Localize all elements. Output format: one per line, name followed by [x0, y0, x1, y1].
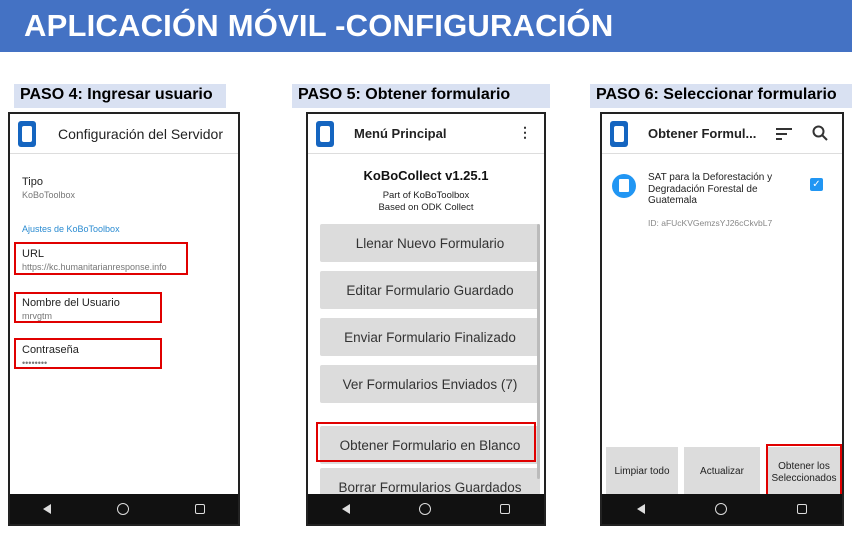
form-file-icon — [612, 174, 636, 198]
kobo-app-icon — [18, 121, 36, 147]
form-checkbox[interactable]: ✓ — [810, 178, 823, 191]
step-4-label: PASO 4: Ingresar usuario — [14, 84, 226, 108]
fill-new-form-button[interactable]: Llenar Nuevo Formulario — [320, 224, 540, 262]
home-icon[interactable] — [418, 503, 431, 515]
tipo-value[interactable]: KoBoToolbox — [22, 190, 75, 200]
app-bar: Obtener Formul... — [602, 114, 842, 154]
search-icon[interactable] — [812, 125, 828, 141]
phone-main-menu: Menú Principal ⋮ KoBoCollect v1.25.1 Par… — [306, 112, 546, 526]
home-icon[interactable] — [715, 503, 727, 515]
recent-apps-icon[interactable] — [797, 504, 807, 514]
recent-apps-icon[interactable] — [195, 504, 205, 514]
recent-apps-icon[interactable] — [499, 504, 510, 514]
home-icon[interactable] — [117, 503, 129, 515]
android-nav-bar — [308, 494, 544, 524]
app-subtitle-1: Part of KoBoToolbox — [382, 190, 470, 201]
scrollbar[interactable] — [537, 224, 540, 479]
sort-icon[interactable] — [776, 127, 792, 141]
clear-all-button[interactable]: Limpiar todo — [606, 447, 678, 497]
url-highlight-box — [14, 242, 188, 275]
back-icon[interactable] — [342, 504, 351, 514]
step-5-label: PASO 5: Obtener formulario — [292, 84, 550, 108]
title-banner: APLICACIÓN MÓVIL -CONFIGURACIÓN — [0, 0, 852, 52]
kobo-settings-section: Ajustes de KoBoToolbox — [22, 224, 120, 234]
view-sent-forms-button[interactable]: Ver Formularios Enviados (7) — [320, 365, 540, 403]
step-6-label: PASO 6: Seleccionar formulario — [590, 84, 852, 108]
back-icon[interactable] — [637, 504, 645, 514]
form-title[interactable]: SAT para la Deforestación y Degradación … — [648, 172, 798, 207]
android-nav-bar — [10, 494, 238, 524]
phone-get-forms: Obtener Formul... SAT para la Deforestac… — [600, 112, 844, 526]
get-blank-form-highlight-box — [316, 422, 536, 462]
send-finalized-form-button[interactable]: Enviar Formulario Finalizado — [320, 318, 540, 356]
app-bar: Configuración del Servidor — [10, 114, 238, 154]
refresh-button[interactable]: Actualizar — [684, 447, 760, 497]
app-subtitle-2: Based on ODK Collect — [378, 202, 474, 213]
back-icon[interactable] — [43, 504, 51, 514]
page-title: APLICACIÓN MÓVIL -CONFIGURACIÓN — [24, 8, 614, 43]
form-id: ID: aFUcKVGemzsYJ26cCkvbL7 — [648, 218, 773, 228]
screen-title: Menú Principal — [354, 126, 447, 141]
password-highlight-box — [14, 338, 162, 369]
kobo-app-icon — [610, 121, 628, 147]
tipo-label: Tipo — [22, 176, 43, 188]
screen-title: Obtener Formul... — [648, 126, 757, 141]
username-highlight-box — [14, 292, 162, 323]
app-bar: Menú Principal ⋮ — [308, 114, 544, 154]
phone-server-settings: Configuración del Servidor Tipo KoBoTool… — [8, 112, 240, 526]
app-version: KoBoCollect v1.25.1 — [363, 168, 489, 183]
kobo-app-icon — [316, 121, 334, 147]
edit-saved-form-button[interactable]: Editar Formulario Guardado — [320, 271, 540, 309]
android-nav-bar — [602, 494, 842, 524]
screen-title: Configuración del Servidor — [58, 126, 223, 142]
overflow-menu-icon[interactable]: ⋮ — [518, 124, 532, 141]
